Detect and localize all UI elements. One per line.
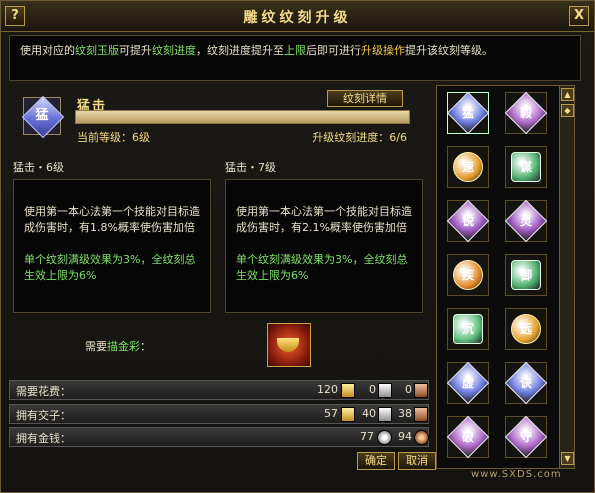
- rune-char: 沉: [461, 322, 474, 336]
- scroll-up-button[interactable]: ▲: [561, 88, 574, 101]
- gold-amount: 57: [324, 407, 338, 420]
- desc-highlight: 上限: [284, 44, 306, 57]
- next-effect-box: 使用第一本心法第一个技能对目标造成伤害时，有2.1%概率使伤害加倍 单个纹刻满级…: [225, 179, 423, 313]
- rune-char: 虚: [461, 376, 474, 390]
- copper-coin-amount: 94: [398, 430, 412, 443]
- rune-slot[interactable]: 御: [505, 254, 547, 296]
- cost-label: 拥有交子：: [16, 409, 71, 422]
- window-title: 雕纹纹刻升级: [243, 10, 352, 26]
- progress-fill: [76, 111, 409, 123]
- cancel-button[interactable]: 取消: [398, 452, 436, 470]
- rune-upgrade-window: ? 雕纹纹刻升级 X 使用对应的纹刻玉版可提升纹刻进度，纹刻进度提升至上限后即可…: [0, 0, 595, 493]
- rune-char: 速: [461, 160, 474, 174]
- rune-char: 谋: [519, 160, 532, 174]
- rune-char: 猛: [461, 106, 474, 120]
- rune-grid: 猛 毅速 谋锐 灵疾 御沉 远虚 诀破 守: [436, 85, 560, 469]
- rune-slot[interactable]: 速: [447, 146, 489, 188]
- copper-amount: 0: [405, 383, 412, 396]
- cost-row-required: 需要花费： 120 0 0: [9, 380, 429, 400]
- rune-char: 远: [519, 322, 532, 336]
- rune-slot[interactable]: 疾: [447, 254, 489, 296]
- silver-amount: 0: [369, 383, 376, 396]
- next-level-title: 猛击・7级: [225, 161, 276, 174]
- desc-part: 使用对应的: [20, 44, 75, 57]
- gold-amount: 120: [317, 383, 338, 396]
- req-prefix: 需要: [85, 340, 107, 353]
- rune-slot[interactable]: 猛: [446, 91, 490, 135]
- current-level: 当前等级：6级: [77, 131, 150, 144]
- copper-ingot-icon: [414, 407, 428, 422]
- rune-char: 破: [461, 430, 474, 444]
- rune-slot[interactable]: 诀: [504, 361, 548, 405]
- desc-highlight: 升级操作: [361, 44, 405, 57]
- watermark: www.SXDS.com: [471, 469, 562, 480]
- rune-char: 御: [519, 268, 532, 282]
- current-cap-text: 单个纹刻满级效果为3%，全纹刻总生效上限为6%: [24, 253, 196, 282]
- current-effect-box: 使用第一本心法第一个技能对目标造成伤害时，有1.8%概率使伤害加倍 单个纹刻满级…: [13, 179, 211, 313]
- close-button[interactable]: X: [569, 6, 589, 26]
- rune-slot[interactable]: 虚: [446, 361, 490, 405]
- rune-slot[interactable]: 守: [504, 415, 548, 459]
- rune-slot[interactable]: 谋: [505, 146, 547, 188]
- req-suffix: ：: [140, 340, 151, 353]
- upgrade-progress: 升级纹刻进度：6/6: [312, 131, 407, 144]
- copper-amount: 38: [398, 407, 412, 420]
- desc-part: 提升该纹刻等级。: [405, 44, 493, 57]
- rune-detail-button[interactable]: 纹刻详情: [327, 90, 403, 107]
- current-effect-text: 使用第一本心法第一个技能对目标造成伤害时，有1.8%概率使伤害加倍: [24, 205, 200, 234]
- desc-part: ，纹刻进度提升至: [196, 44, 284, 57]
- rune-char: 锐: [461, 214, 474, 228]
- silver-amount: 40: [362, 407, 376, 420]
- cost-row-owned-jiaozi: 拥有交子： 57 40 38: [9, 404, 429, 424]
- upgrade-panel: 猛 猛击 纹刻详情 当前等级：6级 升级纹刻进度：6/6 猛击・6级 使用第一本…: [9, 85, 429, 375]
- desc-part: 后即可进行: [306, 44, 361, 57]
- money-label: 拥有金钱：: [16, 432, 71, 445]
- progress-bar: [75, 110, 410, 124]
- rune-gem-icon[interactable]: 猛: [21, 95, 65, 139]
- next-effect-text: 使用第一本心法第一个技能对目标造成伤害时，有2.1%概率使伤害加倍: [236, 205, 412, 234]
- rune-char: 毅: [519, 106, 532, 120]
- silver-coin-amount: 77: [360, 430, 374, 443]
- rune-slot[interactable]: 沉: [447, 308, 489, 350]
- cost-label: 需要花费：: [16, 385, 71, 398]
- description-box: 使用对应的纹刻玉版可提升纹刻进度，纹刻进度提升至上限后即可进行升级操作提升该纹刻…: [9, 35, 581, 81]
- scroll-down-button[interactable]: ▼: [561, 452, 574, 465]
- title-bar[interactable]: ? 雕纹纹刻升级 X: [1, 1, 594, 32]
- cost-row-owned-money: 拥有金钱： 77 94: [9, 427, 429, 447]
- rune-char: 守: [519, 430, 532, 444]
- req-item-name: 描金彩: [107, 340, 140, 353]
- scroll-thumb[interactable]: ◆: [561, 104, 574, 117]
- rune-slot[interactable]: 破: [446, 415, 490, 459]
- requirement-label: 需要描金彩：: [85, 338, 151, 354]
- rune-char: 诀: [519, 376, 532, 390]
- rune-slot[interactable]: 锐: [446, 199, 490, 243]
- gem-char: 猛: [35, 108, 49, 123]
- desc-highlight: 纹刻进度: [152, 44, 196, 57]
- rune-slot[interactable]: 灵: [504, 199, 548, 243]
- rune-char: 疾: [461, 268, 474, 282]
- description-text: 使用对应的纹刻玉版可提升纹刻进度，纹刻进度提升至上限后即可进行升级操作提升该纹刻…: [20, 42, 570, 59]
- current-level-title: 猛击・6级: [13, 161, 64, 174]
- rune-slot[interactable]: 毅: [504, 91, 548, 135]
- gold-bowl-icon[interactable]: [267, 323, 311, 367]
- rune-slot[interactable]: 远: [505, 308, 547, 350]
- rune-scrollbar[interactable]: ▲ ◆ ▼: [559, 85, 575, 469]
- confirm-button[interactable]: 确定: [357, 452, 395, 470]
- desc-part: 可提升: [119, 44, 152, 57]
- next-cap-text: 单个纹刻满级效果为3%，全纹刻总生效上限为6%: [236, 253, 408, 282]
- desc-highlight: 纹刻玉版: [75, 44, 119, 57]
- rune-char: 灵: [519, 214, 532, 228]
- copper-coin-icon: [414, 430, 429, 445]
- copper-ingot-icon: [414, 383, 428, 398]
- bowl-shape: [277, 338, 299, 352]
- cost-section: 需要花费： 120 0 0 拥有交子： 57 40 38 拥有金钱： 77 94: [9, 380, 429, 448]
